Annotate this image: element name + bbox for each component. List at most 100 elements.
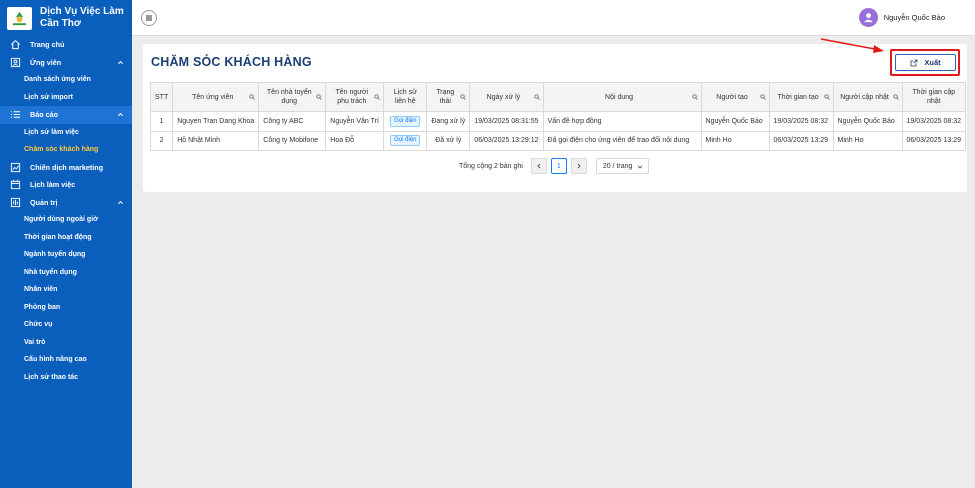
cell-stt: 2 — [149, 130, 174, 151]
sidebar-item-label: Lịch làm việc — [30, 180, 76, 190]
sidebar-item-schedule[interactable]: Lịch làm việc — [0, 176, 132, 194]
sidebar-item-admin[interactable]: Quản trị — [0, 194, 132, 212]
column-header: STT — [149, 82, 174, 112]
search-icon[interactable] — [374, 94, 381, 100]
column-header[interactable]: Người cập nhật — [832, 82, 903, 112]
cell-created-by: Nguyễn Quốc Bảo — [700, 111, 770, 132]
user-name: Nguyễn Quốc Bảo — [883, 13, 945, 22]
table-header-row: STT Tên ứng viên Tên nhà tuyển dụng Tên … — [149, 82, 967, 112]
user-avatar-icon — [863, 13, 873, 23]
cell-created-at: 06/03/2025 13:29 — [768, 130, 834, 151]
sidebar-item-positions[interactable]: Chức vụ — [0, 316, 132, 334]
prev-page-button[interactable] — [530, 158, 547, 174]
sidebar-item-import-history[interactable]: Lịch sử import — [0, 89, 132, 107]
sidebar-item-marketing[interactable]: Chiến dịch marketing — [0, 159, 132, 177]
total-records: Tổng cộng 2 bản ghi — [459, 162, 523, 170]
column-header[interactable]: Ngày xử lý — [469, 82, 544, 112]
column-header[interactable]: Tên người phụ trách — [325, 82, 385, 112]
main-card: CHĂM SÓC KHÁCH HÀNG Xuất STT Tên ứng viê… — [143, 44, 967, 192]
page-size-select[interactable]: 20 / trang — [595, 158, 649, 174]
sidebar-item-advanced-config[interactable]: Cấu hình nâng cao — [0, 351, 132, 369]
pagination: Tổng cộng 2 bản ghi 1 20 / trang — [459, 158, 649, 174]
sidebar-item-home[interactable]: Trang chủ — [0, 36, 132, 54]
search-icon[interactable] — [691, 94, 698, 100]
home-icon — [10, 39, 21, 50]
red-arrow-annotation — [820, 38, 884, 53]
export-button[interactable]: Xuất — [895, 54, 956, 71]
chevron-up-icon — [117, 200, 124, 204]
sidebar-item-action-history[interactable]: Lịch sử thao tác — [0, 369, 132, 387]
cell-employer: Công ty Mobifone — [258, 130, 327, 151]
table-row[interactable]: 2 Hồ Nhật Minh Công ty Mobifone Hoa Đỗ G… — [149, 130, 967, 151]
page-title: CHĂM SÓC KHÁCH HÀNG — [151, 55, 312, 69]
sidebar-item-candidates[interactable]: Ứng viên — [0, 54, 132, 72]
column-header[interactable]: Tên nhà tuyển dụng — [258, 82, 327, 112]
cell-candidate: Nguyen Tran Dang Khoa — [172, 111, 260, 132]
sidebar-item-after-hours-users[interactable]: Người dùng ngoài giờ — [0, 211, 132, 229]
export-icon — [910, 59, 918, 66]
cell-updated-at: 06/03/2025 13:29 — [901, 130, 967, 151]
logo — [7, 6, 32, 30]
cell-stt: 1 — [149, 111, 174, 132]
cell-status: Đang xử lý — [426, 111, 471, 132]
sidebar-nav: Trang chủ Ứng viên Danh sách ứng viên Lị… — [0, 36, 132, 386]
sidebar-item-industries[interactable]: Ngành tuyển dụng — [0, 246, 132, 264]
sidebar-item-reports[interactable]: Báo cáo — [0, 106, 132, 124]
column-header: Thời gian cập nhật — [901, 82, 967, 112]
calendar-icon — [10, 179, 21, 190]
brand[interactable]: Dịch Vụ Việc Làm Cần Thơ — [0, 0, 132, 36]
chevron-up-icon — [117, 60, 124, 64]
cell-updated-by: Nguyễn Quốc Bảo — [832, 111, 903, 132]
column-header[interactable]: Tên ứng viên — [172, 82, 260, 112]
search-icon[interactable] — [823, 94, 830, 100]
cell-employer: Công ty ABC — [258, 111, 327, 132]
search-icon[interactable] — [892, 94, 899, 100]
search-icon[interactable] — [533, 94, 540, 100]
sidebar-item-departments[interactable]: Phòng ban — [0, 299, 132, 317]
export-label: Xuất — [924, 58, 941, 67]
call-tag[interactable]: Gọi điện — [390, 135, 421, 147]
chevron-down-icon — [637, 165, 643, 169]
avatar — [858, 8, 878, 27]
customer-care-table: STT Tên ứng viên Tên nhà tuyển dụng Tên … — [149, 82, 967, 151]
sidebar-item-label: Quản trị — [30, 197, 58, 207]
call-tag[interactable]: Gọi điện — [390, 115, 421, 127]
column-header: Lịch sử liên hệ — [383, 82, 428, 112]
cell-content: Đã gọi điện cho ứng viên để trao đổi nội… — [542, 130, 702, 151]
brand-name: Dịch Vụ Việc Làm Cần Thơ — [40, 6, 124, 30]
sidebar: Dịch Vụ Việc Làm Cần Thơ Trang chủ Ứng v… — [0, 0, 132, 488]
sidebar-item-label: Báo cáo — [30, 110, 58, 120]
column-header[interactable]: Nội dung — [542, 82, 702, 112]
brand-line1: Dịch Vụ Việc Làm — [40, 6, 124, 17]
sidebar-item-roles[interactable]: Vai trò — [0, 334, 132, 352]
column-header[interactable]: Trạng thái — [426, 82, 471, 112]
column-header[interactable]: Người tạo — [700, 82, 770, 112]
table-row[interactable]: 1 Nguyen Tran Dang Khoa Công ty ABC Nguy… — [149, 111, 967, 132]
search-icon[interactable] — [460, 94, 467, 100]
cell-updated-at: 19/03/2025 08:32 — [901, 111, 967, 132]
sidebar-item-customer-care[interactable]: Chăm sóc khách hàng — [0, 141, 132, 159]
sidebar-item-employers[interactable]: Nhà tuyển dụng — [0, 264, 132, 282]
sidebar-item-staff[interactable]: Nhân viên — [0, 281, 132, 299]
chevron-up-icon — [117, 112, 124, 117]
sidebar-item-work-history[interactable]: Lịch sử làm việc — [0, 124, 132, 142]
user-menu[interactable]: Nguyễn Quốc Bảo — [858, 8, 945, 27]
user-icon — [10, 57, 21, 68]
menu-toggle-button[interactable] — [141, 10, 157, 26]
next-page-button[interactable] — [570, 158, 587, 174]
cell-contact-history: Gọi điện — [383, 111, 428, 132]
search-icon[interactable] — [316, 94, 323, 100]
page-number[interactable]: 1 — [550, 158, 567, 174]
sidebar-item-operating-time[interactable]: Thời gian hoạt động — [0, 229, 132, 247]
cell-created-by: Minh Ho — [700, 130, 770, 151]
topbar: Nguyễn Quốc Bảo — [132, 0, 975, 36]
chevron-left-icon — [537, 163, 541, 169]
sidebar-item-candidate-list[interactable]: Danh sách ứng viên — [0, 71, 132, 89]
search-icon[interactable] — [759, 94, 766, 100]
sidebar-item-label: Ứng viên — [30, 57, 62, 67]
search-icon[interactable] — [249, 94, 256, 100]
menu-icon — [146, 15, 152, 21]
column-header[interactable]: Thời gian tạo — [768, 82, 834, 112]
chevron-right-icon — [577, 163, 581, 169]
cell-processed-date: 06/03/2025 13:29:12 — [469, 130, 544, 151]
